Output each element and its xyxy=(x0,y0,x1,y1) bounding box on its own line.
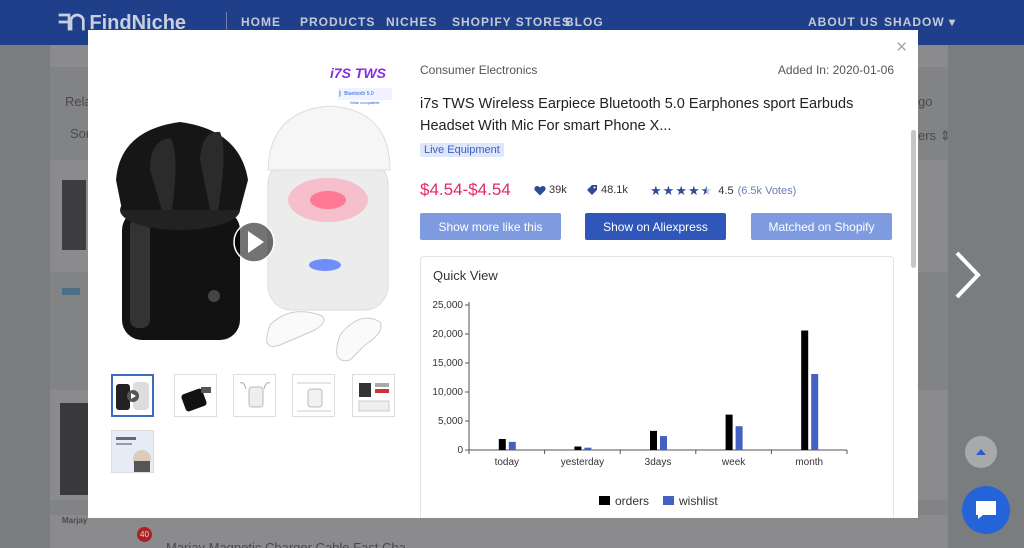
bg-filter-label: ers ⇕ xyxy=(918,128,951,144)
tag-icon xyxy=(587,185,597,195)
legend-label-orders: orders xyxy=(615,494,649,508)
bluetooth-badge: ᛒ Bluetooth 5.0 xyxy=(338,88,392,100)
scroll-to-top-button[interactable] xyxy=(965,436,997,468)
matched-on-shopify-button[interactable]: Matched on Shopify xyxy=(751,213,892,240)
y-tick-label: 25,000 xyxy=(432,300,463,311)
bar-wishlist xyxy=(811,374,819,450)
nav-shopify-stores[interactable]: SHOPIFY STORES xyxy=(452,15,571,29)
logo-icon: ᖷᑎ xyxy=(58,10,85,35)
thumbnail-6[interactable] xyxy=(111,430,154,473)
x-tick-label: month xyxy=(795,457,823,468)
bar-orders xyxy=(498,438,506,450)
orders-count: 48.1k xyxy=(601,184,628,196)
bg-filter-text: ers xyxy=(918,128,937,143)
sort-icon: ⇕ xyxy=(939,128,951,143)
half-star-icon: ★ xyxy=(700,183,713,198)
bluetooth-badge-text: Bluetooth 5.0 xyxy=(344,91,374,97)
bg-product-thumb xyxy=(60,403,88,495)
show-on-aliexpress-button[interactable]: Show on Aliexpress xyxy=(585,213,726,240)
show-more-like-this-button[interactable]: Show more like this xyxy=(420,213,561,240)
thumbnail-1[interactable] xyxy=(111,374,154,417)
star-icon: ★ xyxy=(662,183,675,198)
bg-product-brand: Marjay xyxy=(62,516,88,525)
main-product-image[interactable]: i7S TWS ᛒ Bluetooth 5.0 Wide compatible xyxy=(110,60,400,390)
likes-count: 39k xyxy=(549,184,567,196)
bar-wishlist xyxy=(508,441,516,450)
nav-user-menu[interactable]: SHADOW ▾ xyxy=(884,15,956,29)
thumb-image xyxy=(181,387,211,412)
likes-stat: 39k xyxy=(534,184,567,196)
caret-up-icon xyxy=(976,449,986,455)
rating-value: 4.5 xyxy=(718,185,734,197)
orders-stat: 48.1k xyxy=(586,184,628,196)
user-name: SHADOW xyxy=(884,15,945,29)
added-date: Added In: 2020-01-06 xyxy=(777,63,894,77)
x-tick-label: today xyxy=(495,457,519,468)
bar-wishlist xyxy=(584,447,592,450)
quick-view-panel: Quick View 0 5,000 10,000 15,000 20,000 25,00… xyxy=(420,256,894,518)
quick-view-title: Quick View xyxy=(433,268,498,283)
nav-home[interactable]: HOME xyxy=(241,15,281,29)
nav-blog[interactable]: BLOG xyxy=(565,15,604,29)
earbuds-illustration xyxy=(116,105,391,362)
bg-badge xyxy=(62,288,80,295)
thumbnail-4[interactable] xyxy=(292,374,335,417)
bar-orders xyxy=(725,414,733,450)
nav-divider xyxy=(226,12,227,32)
live-equipment-tag[interactable]: Live Equipment xyxy=(420,143,504,157)
bg-discount-badge: 40 xyxy=(137,527,152,542)
bar-wishlist xyxy=(735,426,743,450)
y-tick-label: 15,000 xyxy=(432,358,463,369)
x-tick-label: yesterday xyxy=(561,457,604,468)
nav-about-us[interactable]: ABOUT US xyxy=(808,15,879,29)
thumbnail-5[interactable] xyxy=(352,374,395,417)
brand-text: i7S TWS xyxy=(330,65,387,81)
x-tick-label: week xyxy=(721,457,746,468)
bg-ago-label: go xyxy=(918,94,933,109)
bluetooth-badge-subtext: Wide compatible xyxy=(350,100,380,105)
legend-swatch-wishlist xyxy=(663,496,674,505)
y-tick-label: 5,000 xyxy=(438,416,463,427)
y-tick-label: 0 xyxy=(457,445,463,456)
y-tick-label: 10,000 xyxy=(432,387,463,398)
modal-scrollbar[interactable] xyxy=(911,130,916,268)
bg-product-title: Marjay Magnetic Charger Cable Fast Cha xyxy=(166,540,406,548)
bar-orders xyxy=(801,330,809,450)
y-tick-label: 20,000 xyxy=(432,329,463,340)
price: $4.54-$4.54 xyxy=(420,180,511,199)
votes-count: (6.5k Votes) xyxy=(737,185,797,197)
thumb-image xyxy=(358,383,390,412)
bar-orders xyxy=(650,430,657,450)
star-icon: ★ xyxy=(687,183,700,198)
thumb-video-icon xyxy=(116,382,149,410)
nav-niches[interactable]: NICHES xyxy=(386,15,437,29)
thumbnail-2[interactable] xyxy=(174,374,217,417)
next-arrow-icon[interactable] xyxy=(952,250,982,300)
product-title: i7s TWS Wireless Earpiece Bluetooth 5.0 … xyxy=(420,96,854,134)
rating: ★ ★ ★ ★ ★ 4.5 (6.5k Votes) xyxy=(650,183,796,199)
category-label[interactable]: Consumer Electronics xyxy=(420,63,537,77)
thumb-image xyxy=(297,382,331,412)
legend-label-wishlist: wishlist xyxy=(678,494,718,508)
bar-wishlist xyxy=(660,436,667,450)
chevron-down-icon: ▾ xyxy=(944,15,957,29)
thumb-image xyxy=(112,431,153,472)
product-modal: ✕ i7S TWS ᛒ Bluetooth 5.0 Wide compatibl… xyxy=(88,30,918,518)
close-icon[interactable]: ✕ xyxy=(895,38,908,56)
chat-button[interactable] xyxy=(962,486,1010,534)
bg-product-thumb xyxy=(62,180,86,250)
quick-view-chart: 0 5,000 10,000 15,000 20,000 25,000 today yeste… xyxy=(432,300,848,508)
nav-products[interactable]: PRODUCTS xyxy=(300,15,375,29)
thumbnail-3[interactable] xyxy=(233,374,276,417)
legend-swatch-orders xyxy=(599,496,610,505)
star-icon: ★ xyxy=(675,183,687,198)
chat-icon xyxy=(976,501,996,519)
heart-icon xyxy=(534,185,546,195)
bluetooth-icon: ᛒ xyxy=(338,90,343,98)
star-icon: ★ xyxy=(650,183,662,198)
bar-orders xyxy=(574,446,582,450)
x-tick-label: 3days xyxy=(645,457,672,468)
thumb-image xyxy=(239,382,271,408)
